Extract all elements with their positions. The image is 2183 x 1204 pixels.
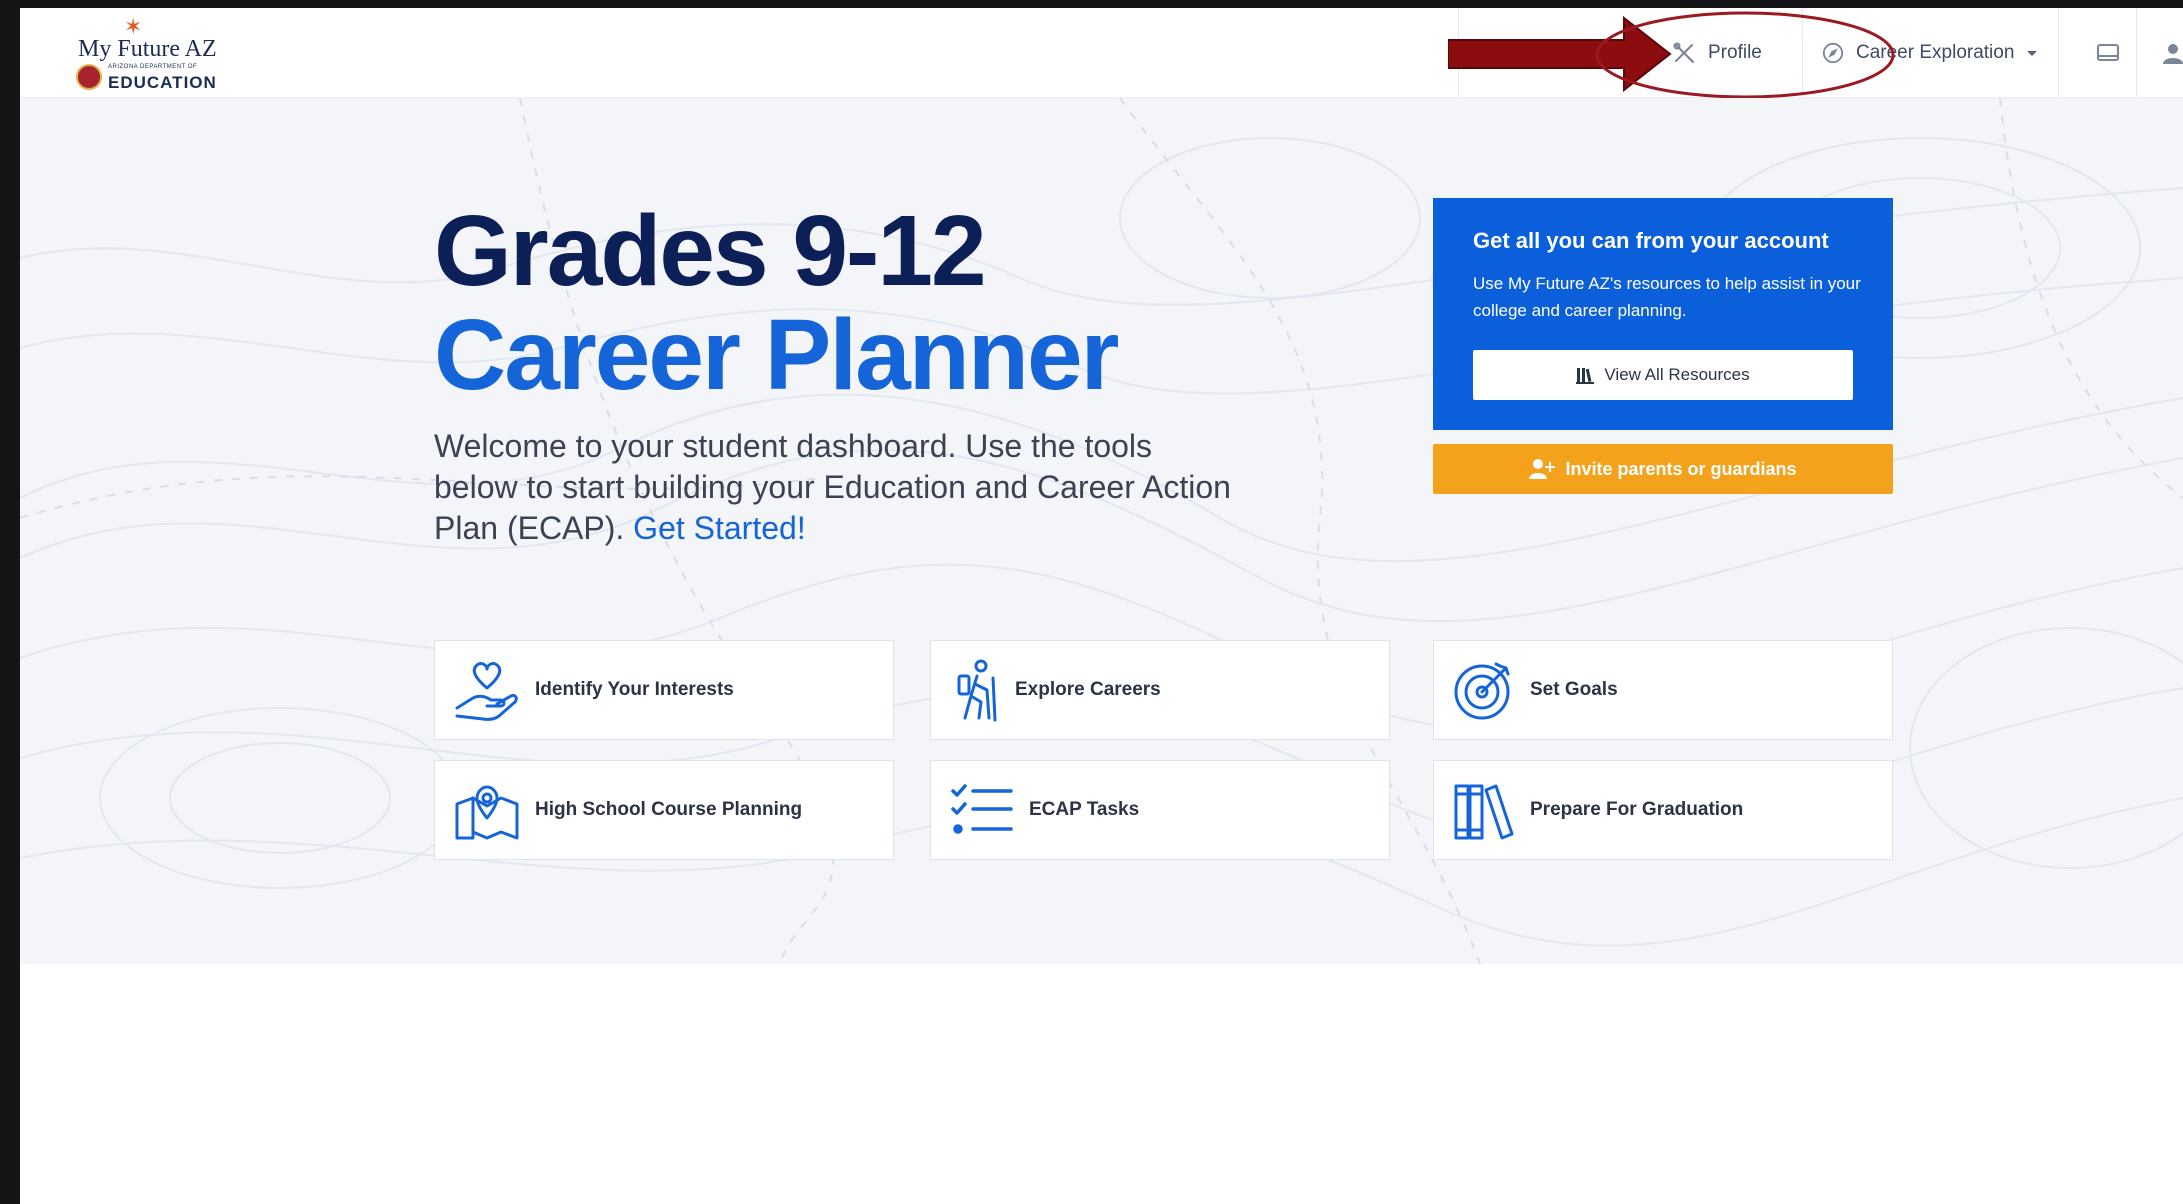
account-card-text: Use My Future AZ's resources to help ass… [1473,274,1861,320]
tile-prepare-for-graduation[interactable]: Prepare For Graduation [1433,760,1893,860]
tile-label: Explore Careers [1015,679,1161,700]
logo-brand-name: My Future AZ [78,36,217,62]
intro-text: Welcome to your student dashboard. Use t… [434,428,1231,546]
inbox-icon[interactable] [2096,42,2120,64]
heart-hand-icon [455,662,518,721]
page-title-career-planner: Career Planner [434,299,1119,411]
add-user-icon [1529,459,1556,479]
account-card-title: Get all you can from your account [1473,228,1829,253]
invite-parents-button[interactable]: Invite parents or guardians [1433,444,1893,494]
view-all-resources-label: View All Resources [1604,365,1750,384]
logo-dept-text: ARIZONA DEPARTMENT OF [108,64,198,70]
view-all-resources-button[interactable]: View All Resources [1473,350,1853,400]
my-future-az-logo[interactable]: ✶ My Future AZ ARIZONA DEPARTMENT OF EDU… [58,14,218,94]
logo-education-text: EDUCATION [108,73,217,92]
books-icon [1454,784,1514,840]
tile-label: High School Course Planning [535,799,803,820]
top-navigation-bar: ✶ My Future AZ ARIZONA DEPARTMENT OF EDU… [20,8,2183,99]
checklist-icon [951,784,1013,834]
browser-viewport: ✶ My Future AZ ARIZONA DEPARTMENT OF EDU… [20,8,2183,1204]
get-started-link[interactable]: Get Started! [633,510,806,546]
nav-divider [2058,8,2059,98]
invite-parents-label: Invite parents or guardians [1565,458,1797,479]
tile-label: ECAP Tasks [1029,799,1140,820]
state-seal-icon [76,64,102,90]
account-resources-card: Get all you can from your account Use My… [1433,198,1893,430]
tile-ecap-tasks[interactable]: ECAP Tasks [930,760,1390,860]
user-account-icon[interactable] [2162,42,2183,64]
dashboard-hero: Grades 9-12 Career Planner Welcome to yo… [20,98,2183,964]
tile-identify-your-interests[interactable]: Identify Your Interests [434,640,894,740]
star-icon: ✶ [124,14,143,39]
page-title-grades: Grades 9-12 [434,195,987,307]
target-icon [1454,662,1510,720]
tile-explore-careers[interactable]: Explore Careers [930,640,1390,740]
chevron-down-icon [2027,51,2038,56]
tile-label: Set Goals [1530,679,1618,700]
tile-label: Identify Your Interests [535,679,734,700]
tile-label: Prepare For Graduation [1530,799,1744,820]
annotation-circle [1595,11,1895,99]
hiker-icon [957,659,997,722]
dashboard-intro-text: Welcome to your student dashboard. Use t… [434,426,1234,549]
library-icon [1576,368,1595,384]
nav-divider [2136,8,2137,98]
map-pin-icon [455,785,519,840]
tile-set-goals[interactable]: Set Goals [1433,640,1893,740]
tile-high-school-course-planning[interactable]: High School Course Planning [434,760,894,860]
